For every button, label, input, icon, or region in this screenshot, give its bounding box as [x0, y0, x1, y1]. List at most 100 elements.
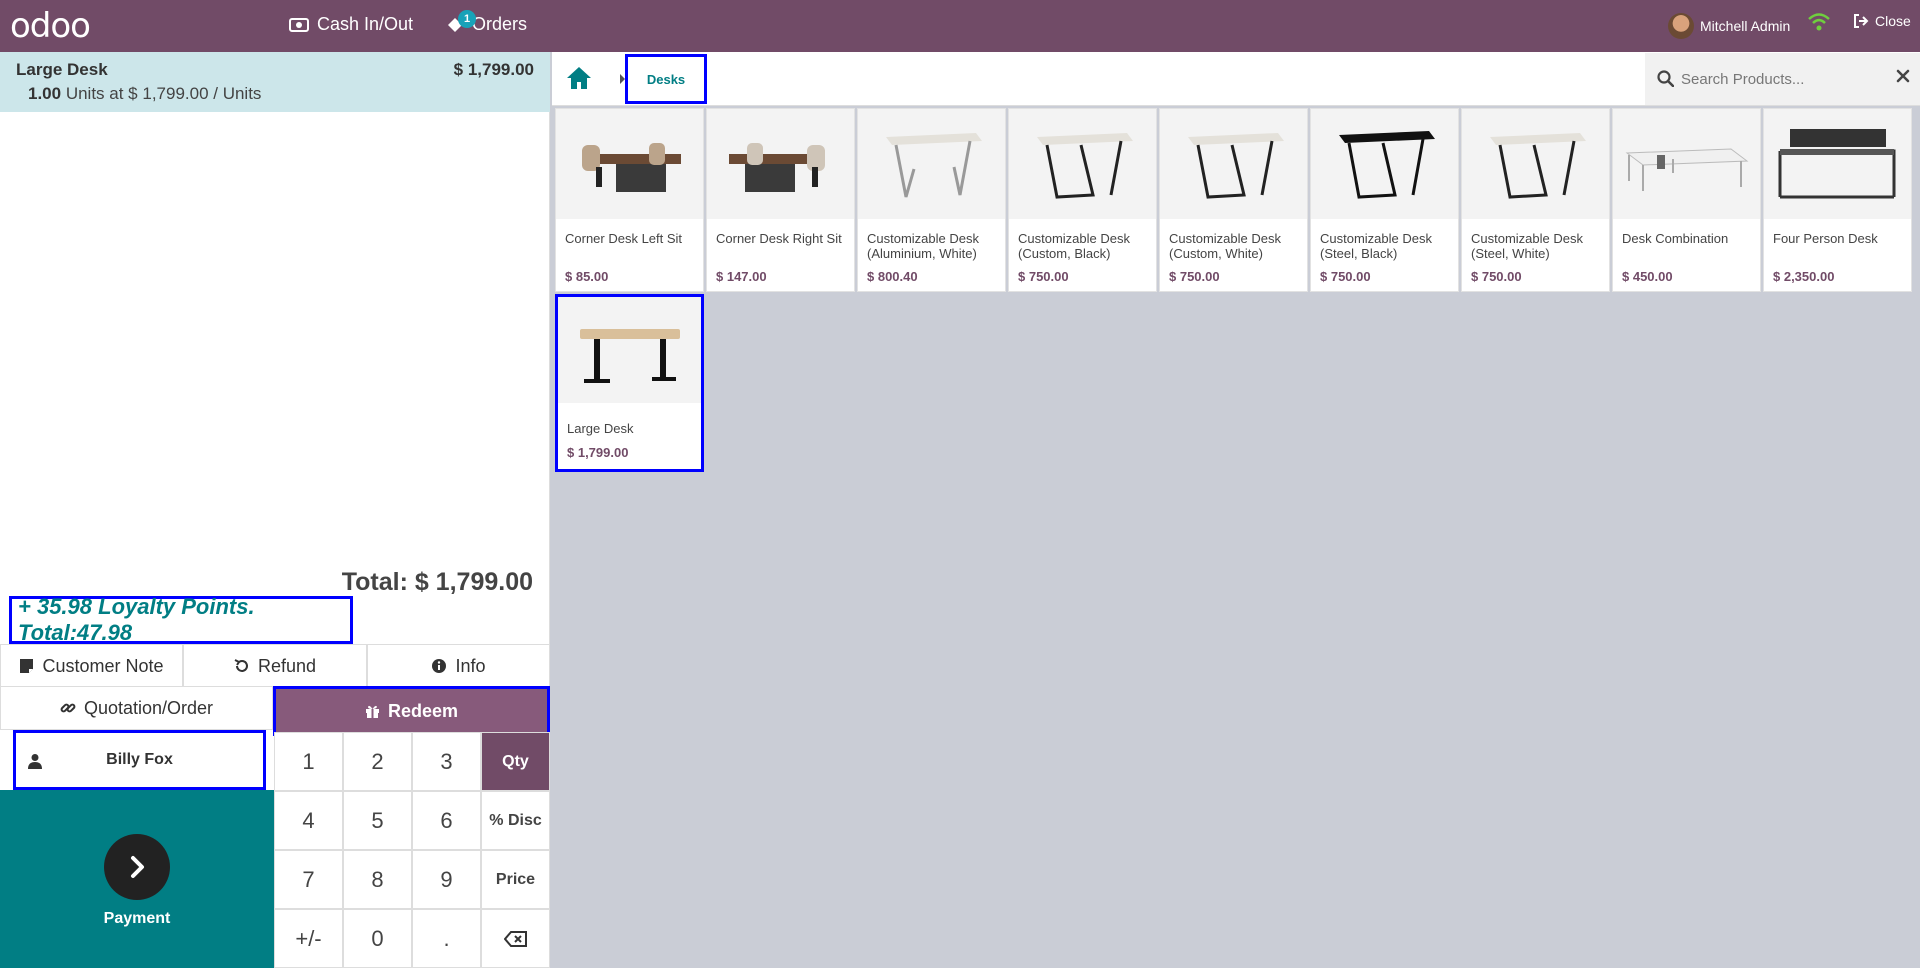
odoo-logo: odoo: [10, 6, 91, 46]
product-price: $ 2,350.00: [1773, 269, 1835, 284]
product-card[interactable]: Customizable Desk (Steel, Black) $ 750.0…: [1310, 108, 1459, 292]
refund-button[interactable]: Refund: [183, 644, 367, 688]
product-screen: Desks Corner Desk Left Sit $ 85.00 Corne…: [552, 52, 1920, 968]
order-line-qty: 1.00: [28, 84, 62, 103]
close-label: Close: [1875, 13, 1911, 29]
product-name: Desk Combination: [1622, 231, 1729, 246]
order-line-name: Large Desk: [16, 60, 108, 79]
undo-icon: [234, 659, 248, 672]
numpad-key-3[interactable]: 3: [412, 732, 481, 791]
orders-button[interactable]: 1 Orders: [446, 9, 527, 35]
product-price: $ 450.00: [1622, 269, 1673, 284]
loyalty-points-text: + 35.98 Loyalty Points. Total:47.98: [18, 594, 255, 645]
info-icon: [432, 659, 447, 673]
product-name: Four Person Desk: [1773, 231, 1878, 246]
backspace-icon: [503, 930, 527, 947]
numpad-key-1[interactable]: 1: [274, 732, 343, 791]
cash-in-out-button[interactable]: Cash In/Out: [289, 14, 413, 35]
backspace-button[interactable]: [481, 909, 550, 968]
refund-label: Refund: [257, 655, 317, 676]
close-button[interactable]: Close: [1853, 13, 1911, 29]
home-button[interactable]: [566, 66, 592, 95]
product-name: Corner Desk Left Sit: [565, 231, 683, 246]
user-name: Mitchell Admin: [1700, 18, 1791, 34]
numpad-price-mode[interactable]: Price: [481, 850, 550, 909]
product-image: [707, 109, 854, 219]
search-input[interactable]: [1681, 67, 1881, 91]
product-image: [1613, 109, 1760, 219]
numpad-key-0[interactable]: 0: [343, 909, 412, 968]
product-price: $ 800.40: [867, 269, 918, 284]
loyalty-points: + 35.98 Loyalty Points. Total:47.98: [9, 594, 353, 645]
product-price: $ 147.00: [716, 269, 767, 284]
money-icon: [289, 17, 309, 32]
clear-search-icon[interactable]: [1896, 69, 1910, 83]
redeem-button[interactable]: Redeem: [273, 686, 550, 736]
product-card[interactable]: Customizable Desk (Steel, White) $ 750.0…: [1461, 108, 1610, 292]
customer-note-button[interactable]: Customer Note: [0, 644, 183, 688]
product-card[interactable]: Customizable Desk (Custom, White) $ 750.…: [1159, 108, 1308, 292]
product-name: Customizable Desk (Steel, White): [1471, 231, 1583, 261]
numpad-plus-minus[interactable]: +/-: [274, 909, 343, 968]
user-menu[interactable]: Mitchell Admin: [1668, 13, 1790, 39]
info-button[interactable]: Info: [367, 644, 550, 688]
link-icon: [60, 703, 76, 713]
numpad-key-8[interactable]: 8: [343, 850, 412, 909]
numpad-decimal[interactable]: .: [412, 909, 481, 968]
order-panel: Large Desk $ 1,799.00 1.00 Units at $ 1,…: [0, 52, 550, 968]
info-label: Info: [455, 655, 486, 676]
top-bar: odoo Cash In/Out 1 Orders Mitchell Admin…: [0, 0, 1920, 52]
breadcrumb-desks[interactable]: Desks: [625, 54, 707, 104]
product-card[interactable]: Desk Combination $ 450.00: [1612, 108, 1761, 292]
numpad: 1 2 3 Qty 4 5 6 % Disc 7 8 9 Price +/- 0…: [274, 732, 550, 968]
payment-button[interactable]: Payment: [0, 790, 274, 968]
quotation-order-button[interactable]: Quotation/Order: [0, 686, 273, 730]
product-card[interactable]: Customizable Desk (Custom, Black) $ 750.…: [1008, 108, 1157, 292]
cash-in-out-label: Cash In/Out: [317, 14, 414, 34]
product-image: [1160, 109, 1307, 219]
customer-button[interactable]: Billy Fox: [13, 730, 266, 790]
order-line[interactable]: Large Desk $ 1,799.00 1.00 Units at $ 1,…: [0, 52, 550, 112]
product-name: Corner Desk Right Sit: [716, 231, 842, 246]
numpad-qty-mode[interactable]: Qty: [481, 732, 550, 791]
product-price: $ 750.00: [1018, 269, 1069, 284]
product-card[interactable]: Corner Desk Left Sit $ 85.00: [555, 108, 704, 292]
product-card[interactable]: Corner Desk Right Sit $ 147.00: [706, 108, 855, 292]
product-name: Customizable Desk (Custom, White): [1169, 231, 1281, 261]
orders-count-badge: 1: [458, 9, 476, 28]
numpad-key-5[interactable]: 5: [343, 791, 412, 850]
numpad-key-2[interactable]: 2: [343, 732, 412, 791]
numpad-key-7[interactable]: 7: [274, 850, 343, 909]
gift-icon: [365, 705, 379, 718]
product-image: [1462, 109, 1609, 219]
category-bar: Desks: [552, 52, 1920, 106]
order-line-price: $ 1,799.00: [453, 60, 534, 79]
product-name: Customizable Desk (Custom, Black): [1018, 231, 1130, 261]
product-name: Customizable Desk (Aluminium, White): [867, 231, 979, 261]
numpad-key-4[interactable]: 4: [274, 791, 343, 850]
numpad-key-6[interactable]: 6: [412, 791, 481, 850]
avatar: [1668, 13, 1694, 39]
search-box: [1645, 53, 1920, 105]
product-card-selected[interactable]: Large Desk $ 1,799.00: [555, 294, 704, 472]
numpad-discount-mode[interactable]: % Disc: [481, 791, 550, 850]
customer-note-label: Customer Note: [42, 655, 164, 676]
ticket-icon: 1: [446, 9, 476, 34]
product-price: $ 1,799.00: [567, 445, 629, 460]
numpad-key-9[interactable]: 9: [412, 850, 481, 909]
product-image: [556, 109, 703, 219]
control-row-2: Quotation/Order Redeem: [0, 686, 550, 736]
control-row-1: Customer Note Refund Info: [0, 644, 550, 688]
search-icon: [1657, 70, 1674, 87]
wifi-icon: [1808, 13, 1830, 31]
order-line-unit-info: Units at $ 1,799.00 / Units: [65, 84, 262, 103]
product-name: Large Desk: [567, 421, 634, 436]
product-image: [1311, 109, 1458, 219]
product-image: [858, 109, 1005, 219]
product-card[interactable]: Four Person Desk $ 2,350.00: [1763, 108, 1912, 292]
redeem-label: Redeem: [387, 700, 459, 721]
product-image: [558, 297, 701, 403]
order-line-details: 1.00 Units at $ 1,799.00 / Units: [28, 84, 261, 104]
customer-name: Billy Fox: [106, 751, 173, 768]
product-card[interactable]: Customizable Desk (Aluminium, White) $ 8…: [857, 108, 1006, 292]
